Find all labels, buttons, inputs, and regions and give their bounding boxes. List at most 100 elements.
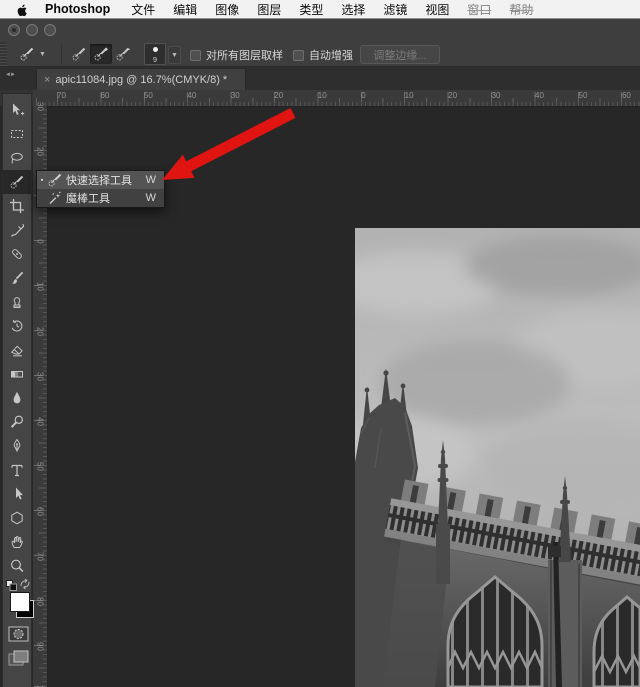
magic-wand-icon xyxy=(47,190,63,206)
horizontal-ruler[interactable]: 706050403020100102030405060 xyxy=(33,90,640,107)
document-tab[interactable]: × apic11084.jpg @ 16.7%(CMYK/8) * xyxy=(36,68,246,90)
app-name[interactable]: Photoshop xyxy=(33,2,122,16)
h-ruler-label: 10 xyxy=(318,91,327,100)
quick-selection-icon xyxy=(47,172,63,188)
flyout-item-shortcut: W xyxy=(146,192,164,204)
swap-colors-icon[interactable] xyxy=(19,578,32,590)
flyout-item-1[interactable]: ▪ 快速选择工具W xyxy=(37,171,164,189)
auto-enhance-checkbox[interactable] xyxy=(293,50,304,61)
options-bar-grip[interactable] xyxy=(0,42,7,66)
flyout-item-shortcut: W xyxy=(146,174,164,186)
brush-size-dropdown[interactable]: ▼ xyxy=(168,46,181,64)
v-ruler-label: 10 xyxy=(36,280,45,294)
h-ruler-label: 50 xyxy=(579,91,588,100)
v-ruler-label: 80 xyxy=(36,595,45,609)
new-selection-button[interactable] xyxy=(68,44,90,64)
tab-close-icon[interactable]: × xyxy=(37,74,55,86)
gradient-tool[interactable] xyxy=(3,362,31,386)
brush-size-picker[interactable]: 9 xyxy=(144,43,166,65)
menu-item-3[interactable]: 图像 xyxy=(206,1,248,18)
eyedropper-tool[interactable] xyxy=(3,218,31,242)
brush-tip-dot xyxy=(153,47,158,52)
shape-tool[interactable] xyxy=(3,506,31,530)
foreground-color-swatch[interactable] xyxy=(10,592,30,612)
flyout-item-label: 魔棒工具 xyxy=(66,190,146,206)
add-to-selection-button[interactable] xyxy=(90,44,112,64)
chevron-down-icon: ▼ xyxy=(39,51,46,58)
menu-item-9[interactable]: 窗口 xyxy=(458,1,500,18)
pen-tool[interactable] xyxy=(3,434,31,458)
subtract-from-selection-button[interactable] xyxy=(112,44,134,64)
menu-bar: Photoshop 文件编辑图像图层类型选择滤镜视图窗口帮助 xyxy=(0,0,640,19)
h-ruler-label: 20 xyxy=(274,91,283,100)
refine-edge-button[interactable]: 调整边缘... xyxy=(360,45,440,64)
menu-item-6[interactable]: 选择 xyxy=(332,1,374,18)
quick-mask-mode-icon[interactable] xyxy=(8,626,29,642)
sample-all-layers-option: 对所有图层取样 xyxy=(190,47,283,63)
window-zoom-button[interactable] xyxy=(44,24,56,36)
v-ruler-label: 0 xyxy=(36,235,45,249)
v-ruler-label: 20 xyxy=(36,145,45,159)
tool-flyout-menu: ▪快速选择工具W魔棒工具W xyxy=(36,170,165,208)
clone-stamp-tool[interactable] xyxy=(3,290,31,314)
h-ruler-label: 20 xyxy=(448,91,457,100)
h-ruler-label: 40 xyxy=(187,91,196,100)
path-selection-tool[interactable] xyxy=(3,482,31,506)
eraser-tool[interactable] xyxy=(3,338,31,362)
quick-selection-tool[interactable] xyxy=(3,170,31,194)
flyout-item-label: 快速选择工具 xyxy=(66,172,146,188)
document-title: apic11084.jpg @ 16.7%(CMYK/8) * xyxy=(55,74,227,86)
zoom-tool[interactable] xyxy=(3,554,31,578)
flyout-item-2[interactable]: 魔棒工具W xyxy=(37,189,164,207)
sample-all-layers-checkbox[interactable] xyxy=(190,50,201,61)
dock-toggle-icon[interactable]: ◄► xyxy=(5,72,15,78)
v-ruler-label: 50 xyxy=(36,460,45,474)
menu-item-1[interactable]: 文件 xyxy=(122,1,164,18)
crop-tool[interactable] xyxy=(3,194,31,218)
blur-tool[interactable] xyxy=(3,386,31,410)
window-close-button[interactable] xyxy=(8,24,20,36)
history-brush-tool[interactable] xyxy=(3,314,31,338)
menu-item-5[interactable]: 类型 xyxy=(290,1,332,18)
apple-menu-icon[interactable] xyxy=(16,2,29,17)
photo-cathedral xyxy=(355,228,640,687)
move-tool[interactable] xyxy=(3,98,31,122)
hand-tool[interactable] xyxy=(3,530,31,554)
menu-item-2[interactable]: 编辑 xyxy=(164,1,206,18)
dodge-tool[interactable] xyxy=(3,410,31,434)
brush-tool[interactable] xyxy=(3,266,31,290)
v-ruler-label: 40 xyxy=(36,415,45,429)
type-tool[interactable] xyxy=(3,458,31,482)
v-ruler-label: 20 xyxy=(36,325,45,339)
menu-item-7[interactable]: 滤镜 xyxy=(374,1,416,18)
document-tab-bar: ◄► × apic11084.jpg @ 16.7%(CMYK/8) * xyxy=(0,66,640,90)
brush-size-value: 9 xyxy=(153,55,157,64)
tool-list xyxy=(3,98,31,578)
window-minimize-button[interactable] xyxy=(26,24,38,36)
v-ruler-label: 70 xyxy=(36,550,45,564)
tool-preset-picker[interactable]: ▼ xyxy=(17,44,62,64)
selection-mode-buttons xyxy=(68,44,134,64)
v-ruler-label: 30 xyxy=(36,100,45,114)
quick-selection-icon xyxy=(17,44,37,64)
healing-brush-tool[interactable] xyxy=(3,242,31,266)
current-tool-bullet: ▪ xyxy=(37,177,47,184)
menu-item-4[interactable]: 图层 xyxy=(248,1,290,18)
h-ruler-label: 50 xyxy=(144,91,153,100)
v-ruler-label: 60 xyxy=(36,505,45,519)
h-ruler-label: 40 xyxy=(535,91,544,100)
h-ruler-label: 30 xyxy=(492,91,501,100)
traffic-lights xyxy=(8,24,56,36)
lasso-tool[interactable] xyxy=(3,146,31,170)
marquee-tool[interactable] xyxy=(3,122,31,146)
tool-options-bar: ▼ 9 ▼ 对所有图层取样 自动增强 调整边缘... xyxy=(0,42,640,67)
h-ruler-label: 10 xyxy=(405,91,414,100)
screen-mode-icon[interactable] xyxy=(8,650,29,667)
menu-item-8[interactable]: 视图 xyxy=(416,1,458,18)
h-ruler-label: 0 xyxy=(361,91,365,100)
default-colors-icon[interactable] xyxy=(6,580,17,591)
menu-item-10[interactable]: 帮助 xyxy=(500,1,542,18)
h-ruler-label: 70 xyxy=(57,91,66,100)
tool-palette xyxy=(2,93,32,687)
v-ruler-label: 30 xyxy=(36,370,45,384)
